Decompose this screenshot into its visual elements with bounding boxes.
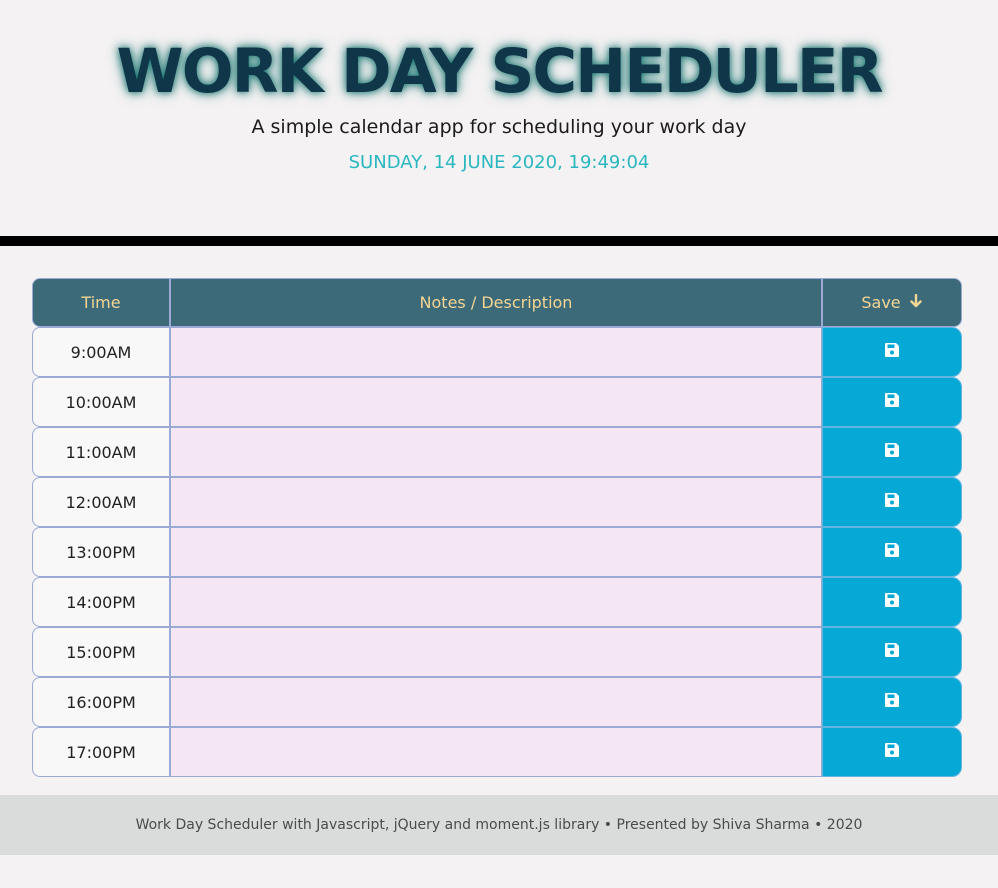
save-button[interactable] [822,677,962,727]
floppy-disk-icon [884,342,900,362]
notes-input[interactable] [171,377,822,427]
table-row: 12:00AM [32,477,962,527]
table-row: 9:00AM [32,327,962,377]
time-column-header: Time [33,279,171,326]
notes-input[interactable] [171,477,822,527]
table-row: 14:00PM [32,577,962,627]
table-row: 10:00AM [32,377,962,427]
page-subtitle: A simple calendar app for scheduling you… [251,116,747,138]
save-column-header: Save [823,279,961,326]
notes-input[interactable] [171,677,822,727]
table-row: 11:00AM [32,427,962,477]
footer-text: Work Day Scheduler with Javascript, jQue… [135,817,863,833]
time-slot-label: 17:00PM [32,727,171,777]
notes-header-label: Notes / Description [419,293,573,312]
floppy-disk-icon [884,442,900,462]
page-footer: Work Day Scheduler with Javascript, jQue… [0,795,998,855]
time-slot-label: 12:00AM [32,477,171,527]
save-button[interactable] [822,727,962,777]
notes-input[interactable] [171,727,822,777]
notes-column-header: Notes / Description [171,279,823,326]
table-row: 17:00PM [32,727,962,777]
header-divider [0,236,998,246]
table-row: 16:00PM [32,677,962,727]
time-slot-label: 9:00AM [32,327,171,377]
table-header-row: Time Notes / Description Save [32,278,962,327]
floppy-disk-icon [884,592,900,612]
save-header-label: Save [861,293,901,312]
table-row: 13:00PM [32,527,962,577]
notes-input[interactable] [171,577,822,627]
time-slot-label: 10:00AM [32,377,171,427]
time-slot-label: 11:00AM [32,427,171,477]
save-button[interactable] [822,377,962,427]
time-slot-label: 13:00PM [32,527,171,577]
save-button[interactable] [822,427,962,477]
page-header: WORK DAY SCHEDULER A simple calendar app… [0,0,998,236]
time-slot-label: 16:00PM [32,677,171,727]
floppy-disk-icon [884,742,900,762]
arrow-down-icon [909,293,923,312]
floppy-disk-icon [884,692,900,712]
floppy-disk-icon [884,392,900,412]
table-body: 9:00AM 10:00AM 11:00AM 12:00AM 13:00PM 14:00P… [32,327,962,777]
current-datetime: SUNDAY, 14 JUNE 2020, 19:49:04 [348,152,650,173]
schedule-table: Time Notes / Description Save 9:00AM 10:0… [32,278,962,777]
notes-input[interactable] [171,527,822,577]
floppy-disk-icon [884,542,900,562]
time-header-label: Time [81,293,121,312]
notes-input[interactable] [171,627,822,677]
time-slot-label: 15:00PM [32,627,171,677]
notes-input[interactable] [171,327,822,377]
floppy-disk-icon [884,492,900,512]
save-button[interactable] [822,627,962,677]
save-button[interactable] [822,327,962,377]
notes-input[interactable] [171,427,822,477]
table-row: 15:00PM [32,627,962,677]
time-slot-label: 14:00PM [32,577,171,627]
page-title: WORK DAY SCHEDULER [116,36,883,107]
save-button[interactable] [822,527,962,577]
save-button[interactable] [822,477,962,527]
floppy-disk-icon [884,642,900,662]
save-button[interactable] [822,577,962,627]
